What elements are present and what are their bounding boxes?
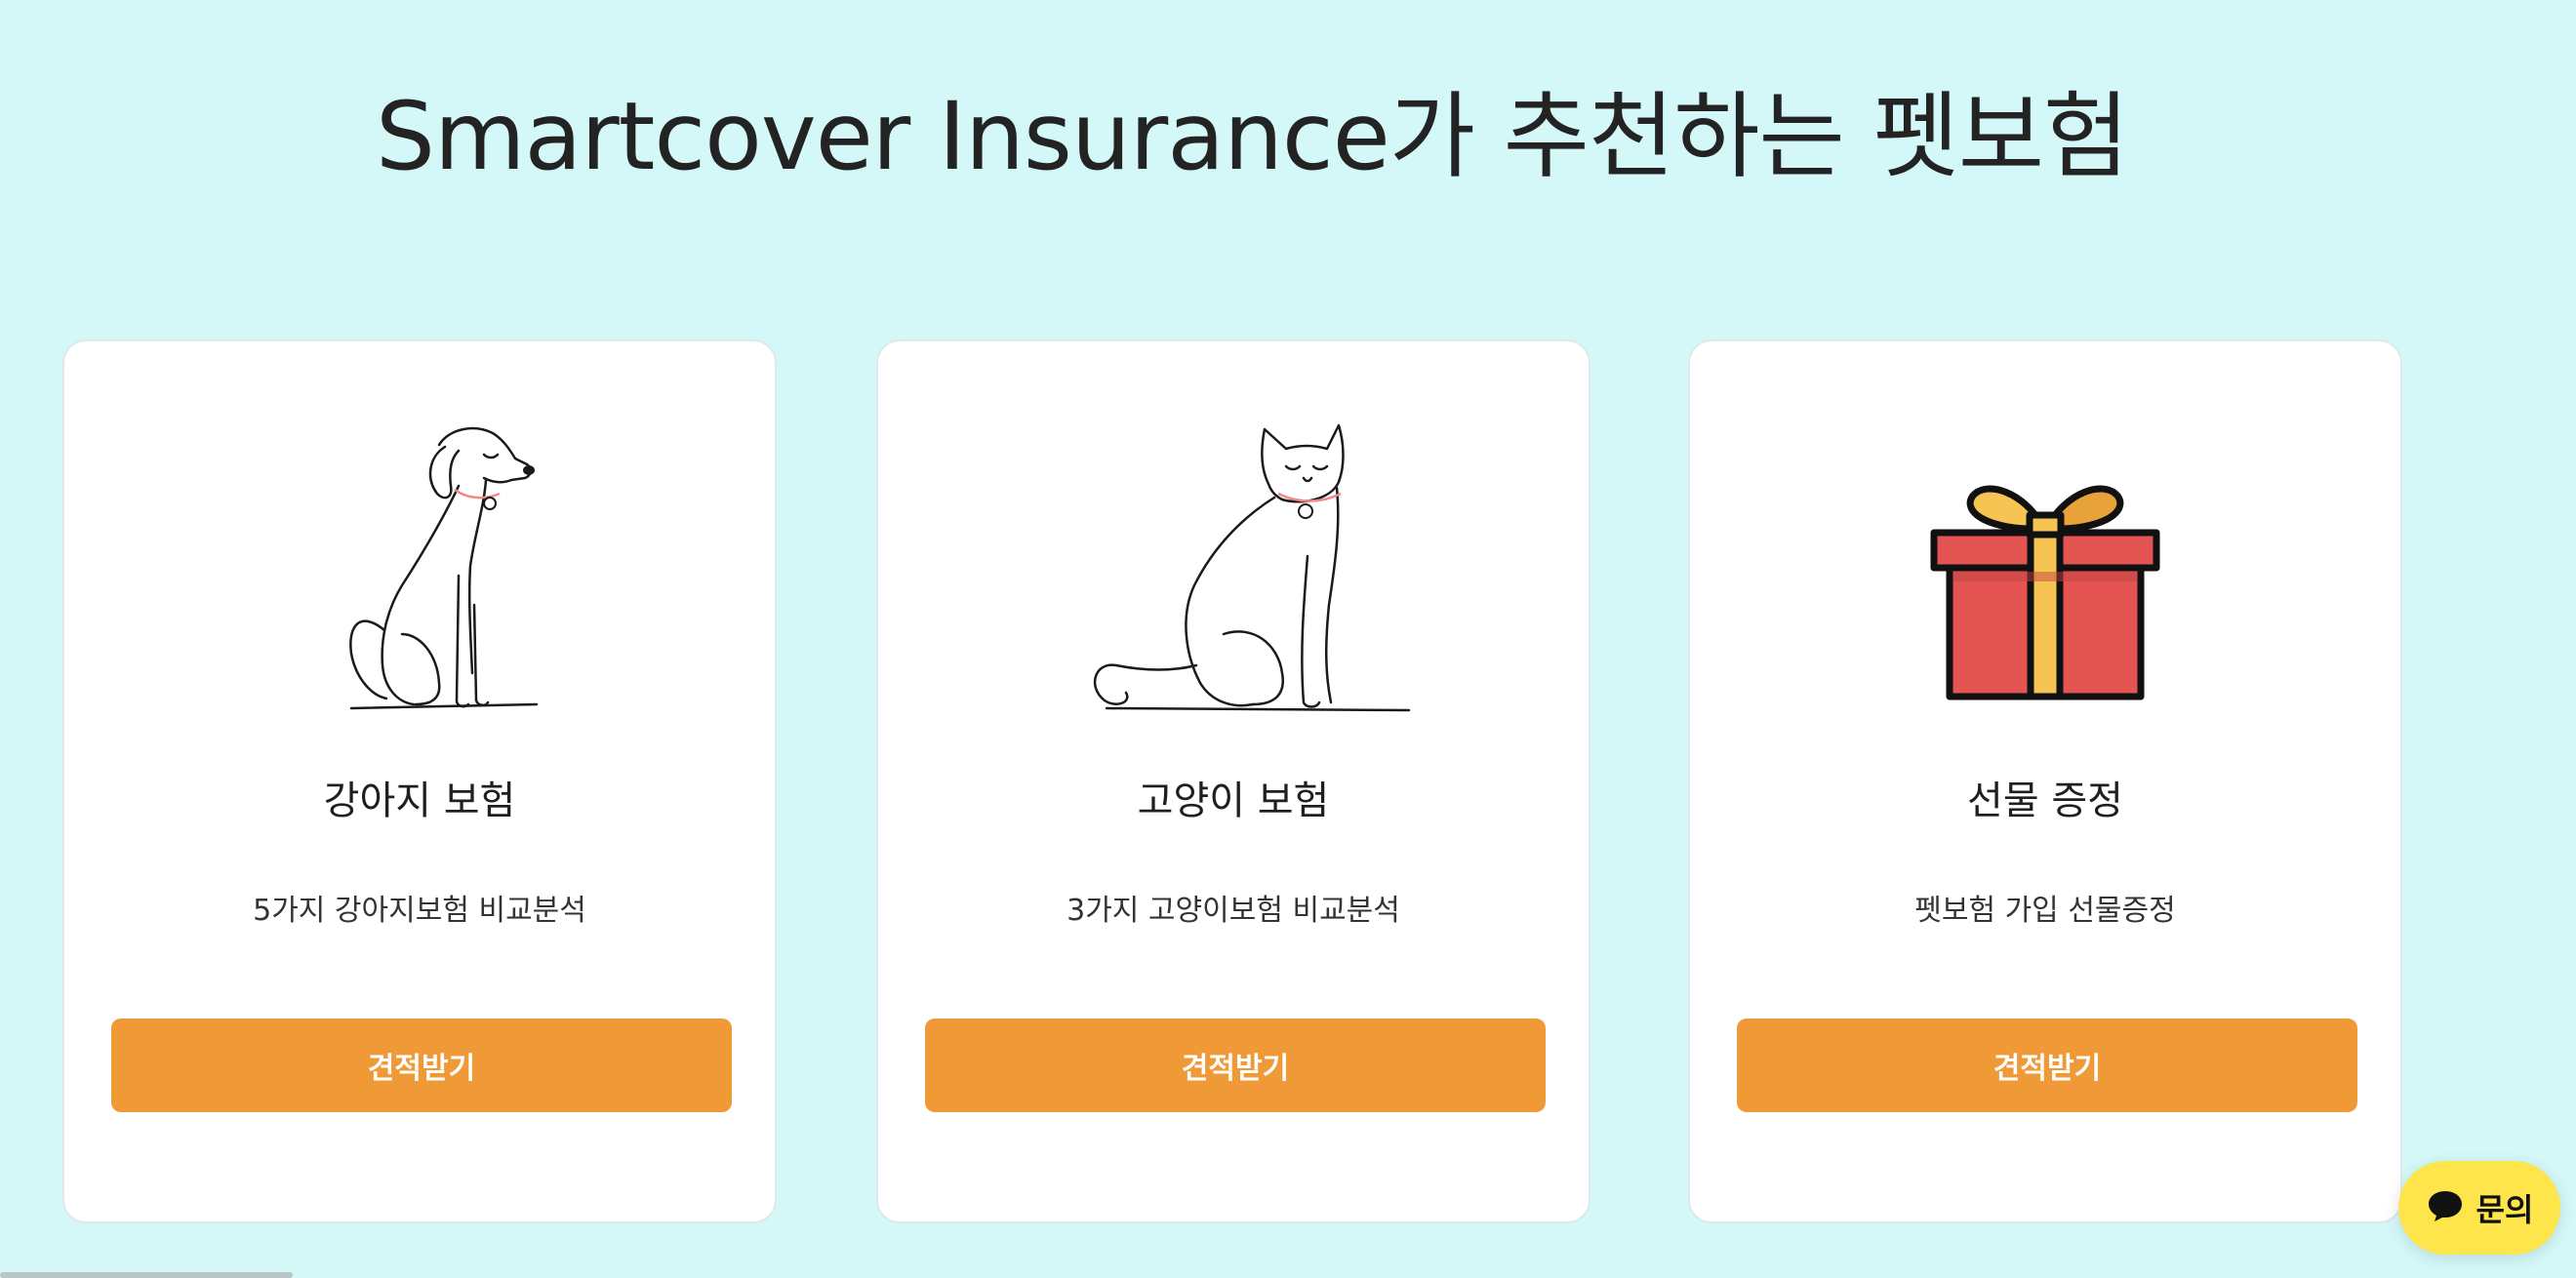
card-gift: 선물 증정 펫보험 가입 선물증정 견적받기 [1688, 339, 2402, 1223]
dog-illustration [64, 410, 775, 1073]
horizontal-scrollbar[interactable] [0, 1272, 293, 1278]
gift-icon [1690, 410, 2400, 1073]
chat-label: 문의 [2475, 1191, 2534, 1228]
chat-inquiry-button[interactable]: 문의 [2398, 1161, 2560, 1255]
card-description: 펫보험 가입 선물증정 [1914, 894, 2176, 928]
card-cat-insurance: 고양이 보험 3가지 고양이보험 비교분석 견적받기 [876, 339, 1590, 1223]
card-title: 선물 증정 [1967, 779, 2123, 823]
get-quote-button-gift[interactable]: 견적받기 [1737, 1018, 2357, 1112]
chat-bubble-icon [2426, 1188, 2465, 1227]
card-title: 강아지 보험 [323, 779, 516, 823]
cat-illustration [878, 410, 1589, 1073]
page-title: Smartcover Insurance가 추천하는 펫보험 [376, 82, 2129, 191]
card-description: 3가지 고양이보험 비교분석 [1067, 894, 1400, 928]
get-quote-button-cat[interactable]: 견적받기 [925, 1018, 1546, 1112]
get-quote-button-dog[interactable]: 견적받기 [111, 1018, 732, 1112]
card-title: 고양이 보험 [1137, 779, 1330, 823]
card-description: 5가지 강아지보험 비교분석 [253, 894, 586, 928]
card-dog-insurance: 강아지 보험 5가지 강아지보험 비교분석 견적받기 [62, 339, 777, 1223]
